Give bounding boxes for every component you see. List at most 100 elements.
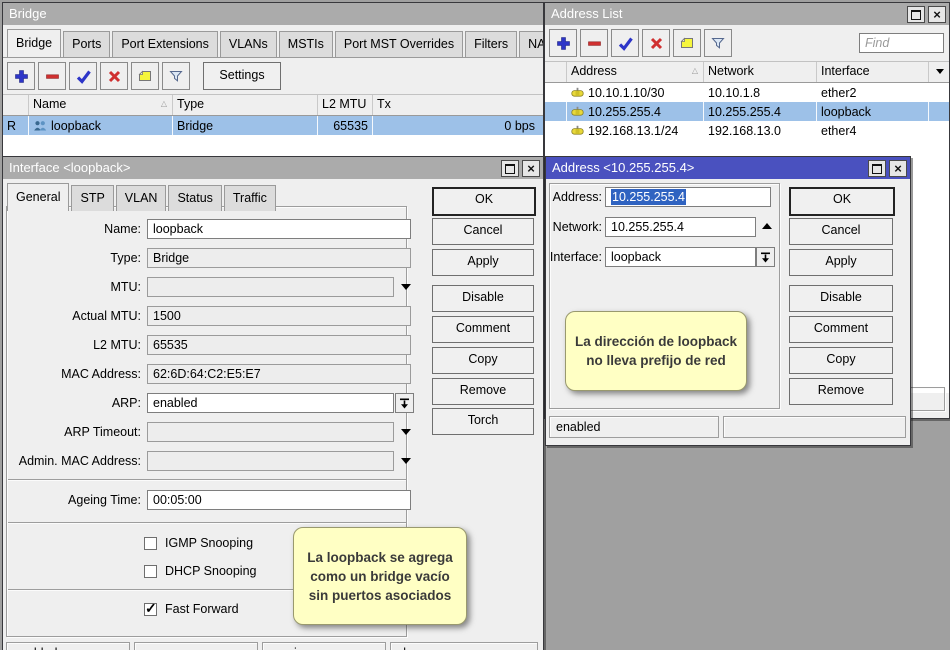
ageing-time-field[interactable] [147,490,411,510]
maximize-icon[interactable] [907,6,925,23]
address-field[interactable]: 10.255.255.4 [605,187,771,207]
bridge-table-row[interactable]: R loopback Bridge 65535 0 bps [3,116,543,135]
close-icon[interactable]: × [889,160,907,177]
status-enabled: enabled [549,416,719,438]
address-dialog-titlebar[interactable]: Address <10.255.255.4> × [546,157,910,179]
arp-field[interactable] [147,393,394,413]
tab-stp[interactable]: STP [71,185,113,211]
tab-port-mst-overrides[interactable]: Port MST Overrides [335,31,463,57]
disable-button[interactable]: Disable [789,285,893,312]
tab-general[interactable]: General [7,183,69,211]
comment-button[interactable] [131,62,159,90]
maximize-icon[interactable] [501,160,519,177]
column-header-address[interactable]: Address△ [567,62,704,82]
tab-port-extensions[interactable]: Port Extensions [112,31,218,57]
fast-forward-checkbox[interactable] [144,603,157,616]
torch-button[interactable]: Torch [432,408,534,435]
enable-button[interactable] [69,62,97,90]
cancel-button[interactable]: Cancel [789,218,893,245]
tab-vlan[interactable]: VLAN [116,185,167,211]
copy-button[interactable]: Copy [432,347,534,374]
find-input[interactable] [859,33,944,53]
tab-nat[interactable]: NAT [519,31,543,57]
status-segment [134,642,258,650]
interface-window: Interface <loopback> × General STP VLAN … [2,156,544,650]
name-field[interactable] [147,219,411,239]
interface-field[interactable] [605,247,756,267]
mtu-field[interactable] [147,277,394,297]
arp-timeout-dropdown-icon[interactable] [401,429,411,435]
column-selector[interactable] [929,62,949,82]
disable-cross-icon [649,36,664,51]
filter-button[interactable] [704,29,732,57]
tab-bridge[interactable]: Bridge [7,29,61,57]
tab-filters[interactable]: Filters [465,31,517,57]
close-icon[interactable]: × [928,6,946,23]
column-header-name[interactable]: Name△ [29,95,173,115]
add-button[interactable] [549,29,577,57]
arp-timeout-field[interactable] [147,422,394,442]
row-address: 192.168.13.1/24 [567,121,704,140]
address-row[interactable]: 192.168.13.1/24 192.168.13.0 ether4 [545,121,949,140]
filter-button[interactable] [162,62,190,90]
address-row[interactable]: 10.10.1.10/30 10.10.1.8 ether2 [545,83,949,102]
bridge-window-titlebar[interactable]: Bridge [3,3,543,25]
row-type: Bridge [173,116,318,135]
tab-mstis[interactable]: MSTIs [279,31,333,57]
network-field[interactable] [605,217,756,237]
address-list-titlebar[interactable]: Address List × [545,3,949,25]
arp-label: ARP: [5,393,141,413]
maximize-icon[interactable] [868,160,886,177]
column-header-flags[interactable] [545,62,567,82]
remove-button[interactable] [38,62,66,90]
copy-button[interactable]: Copy [789,347,893,374]
remove-button[interactable] [580,29,608,57]
arp-combo-button[interactable] [395,393,414,413]
remove-button[interactable]: Remove [789,378,893,405]
admin-mac-label: Admin. MAC Address: [5,451,141,471]
disable-button[interactable] [100,62,128,90]
interface-combo-button[interactable] [756,247,775,267]
tab-traffic[interactable]: Traffic [224,185,276,211]
ok-button[interactable]: OK [789,187,895,216]
apply-button[interactable]: Apply [789,249,893,276]
disable-button[interactable] [642,29,670,57]
add-button[interactable] [7,62,35,90]
column-header-network[interactable]: Network [704,62,817,82]
comment-button[interactable] [673,29,701,57]
igmp-snooping-checkbox[interactable] [144,537,157,550]
row-network: 10.255.255.4 [704,102,817,121]
column-header-flags[interactable] [3,95,29,115]
enable-check-icon [618,36,633,51]
row-interface: loopback [817,102,929,121]
admin-mac-field[interactable] [147,451,394,471]
filter-funnel-icon [710,35,726,51]
enable-button[interactable] [611,29,639,57]
separator [8,479,406,481]
close-icon[interactable]: × [522,160,540,177]
cancel-button[interactable]: Cancel [432,218,534,245]
tab-status[interactable]: Status [168,185,221,211]
apply-button[interactable]: Apply [432,249,534,276]
dhcp-snooping-checkbox[interactable] [144,565,157,578]
mtu-dropdown-icon[interactable] [401,284,411,290]
column-header-tx[interactable]: Tx [373,95,543,115]
address-list-title: Address List [551,6,623,21]
network-up-arrow-icon[interactable] [762,223,772,229]
interface-window-titlebar[interactable]: Interface <loopback> × [3,157,543,179]
minus-icon [587,36,602,51]
tab-vlans[interactable]: VLANs [220,31,277,57]
column-header-type[interactable]: Type [173,95,318,115]
settings-button[interactable]: Settings [203,62,281,90]
admin-mac-dropdown-icon[interactable] [401,458,411,464]
address-row[interactable]: 10.255.255.4 10.255.255.4 loopback [545,102,949,121]
remove-button[interactable]: Remove [432,378,534,405]
column-header-interface[interactable]: Interface [817,62,929,82]
comment-button[interactable]: Comment [432,316,534,343]
tab-ports[interactable]: Ports [63,31,110,57]
arp-timeout-label: ARP Timeout: [5,422,141,442]
mtu-label: MTU: [5,277,141,297]
column-header-l2mtu[interactable]: L2 MTU [318,95,373,115]
disable-button[interactable]: Disable [432,285,534,312]
comment-button[interactable]: Comment [789,316,893,343]
